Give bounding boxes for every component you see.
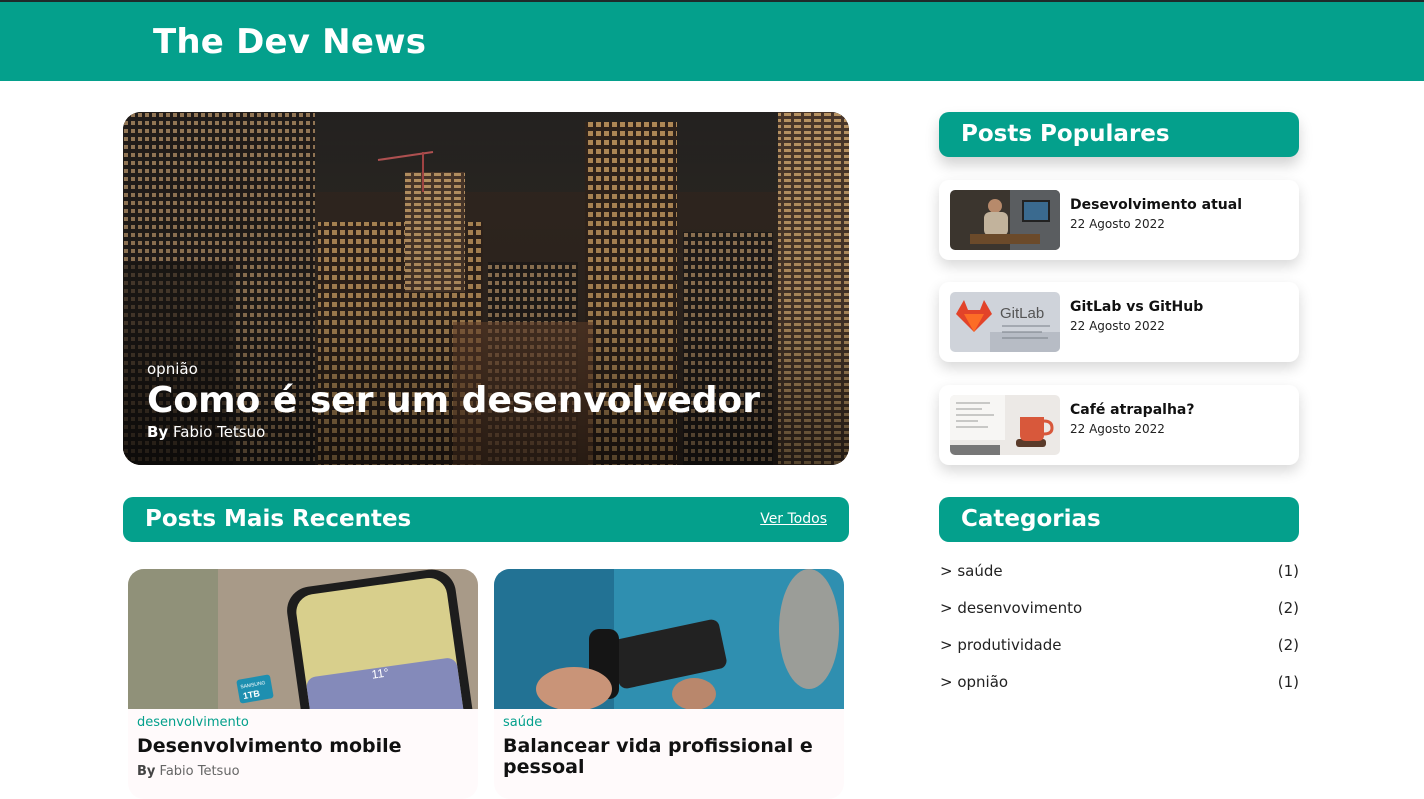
see-all-link[interactable]: Ver Todos [760, 511, 827, 527]
popular-post-thumbnail [950, 190, 1060, 250]
category-count: (1) [1277, 562, 1299, 580]
category-count: (1) [1277, 673, 1299, 691]
category-name[interactable]: > desenvovimento [940, 599, 1082, 617]
categories-header: Categorias [939, 497, 1299, 542]
svg-text:11°: 11° [371, 665, 390, 681]
featured-post-author: By Fabio Tetsuo [147, 423, 265, 441]
popular-post-title[interactable]: Café atrapalha? [1070, 402, 1194, 418]
svg-text:GitLab: GitLab [1000, 305, 1044, 322]
popular-post-thumbnail: GitLab [950, 292, 1060, 352]
featured-post-category[interactable]: opnião [147, 360, 198, 378]
popular-post-title[interactable]: GitLab vs GitHub [1070, 299, 1203, 315]
category-item[interactable]: > desenvovimento (2) [940, 599, 1299, 621]
author-prefix: By [147, 423, 169, 441]
post-card-title[interactable]: Balancear vida profissional e pessoal [503, 736, 833, 778]
popular-post-item[interactable]: Café atrapalha? 22 Agosto 2022 [939, 385, 1299, 465]
featured-post[interactable]: opnião Como é ser um desenvolvedor By Fa… [123, 112, 849, 465]
post-card-author: By Fabio Tetsuo [137, 764, 240, 779]
popular-post-date: 22 Agosto 2022 [1070, 422, 1165, 436]
category-item[interactable]: > saúde (1) [940, 562, 1299, 584]
category-name[interactable]: > saúde [940, 562, 1003, 580]
categories-title: Categorias [961, 506, 1101, 532]
popular-post-item[interactable]: GitLab GitLab vs GitHub 22 Agosto 2022 [939, 282, 1299, 362]
post-card-title[interactable]: Desenvolvimento mobile [137, 736, 467, 757]
popular-post-item[interactable]: Desevolvimento atual 22 Agosto 2022 [939, 180, 1299, 260]
recent-posts-header: Posts Mais Recentes Ver Todos [123, 497, 849, 542]
site-header: The Dev News [0, 2, 1424, 81]
post-card-image: 11° SAMSUNG 1TB [128, 569, 478, 709]
popular-post-date: 22 Agosto 2022 [1070, 319, 1165, 333]
recent-posts-title: Posts Mais Recentes [145, 506, 412, 532]
popular-posts-title: Posts Populares [961, 121, 1170, 147]
post-card-category[interactable]: desenvolvimento [137, 715, 249, 730]
site-logo[interactable]: The Dev News [153, 22, 426, 62]
category-name[interactable]: > produtividade [940, 636, 1061, 654]
category-count: (2) [1277, 636, 1299, 654]
author-prefix: By [137, 764, 156, 779]
post-card-category[interactable]: saúde [503, 715, 542, 730]
category-name[interactable]: > opnião [940, 673, 1008, 691]
popular-posts-header: Posts Populares [939, 112, 1299, 157]
featured-post-title[interactable]: Como é ser um desenvolvedor [147, 380, 760, 421]
category-item[interactable]: > produtividade (2) [940, 636, 1299, 658]
category-count: (2) [1277, 599, 1299, 617]
popular-post-thumbnail [950, 395, 1060, 455]
post-card[interactable]: saúde Balancear vida profissional e pess… [494, 569, 844, 799]
popular-post-title[interactable]: Desevolvimento atual [1070, 197, 1242, 213]
author-name: Fabio Tetsuo [159, 764, 240, 779]
author-name: Fabio Tetsuo [173, 423, 266, 441]
post-card-image [494, 569, 844, 709]
post-card[interactable]: 11° SAMSUNG 1TB desenvolvimento Desenvol… [128, 569, 478, 799]
category-item[interactable]: > opnião (1) [940, 673, 1299, 695]
popular-post-date: 22 Agosto 2022 [1070, 217, 1165, 231]
